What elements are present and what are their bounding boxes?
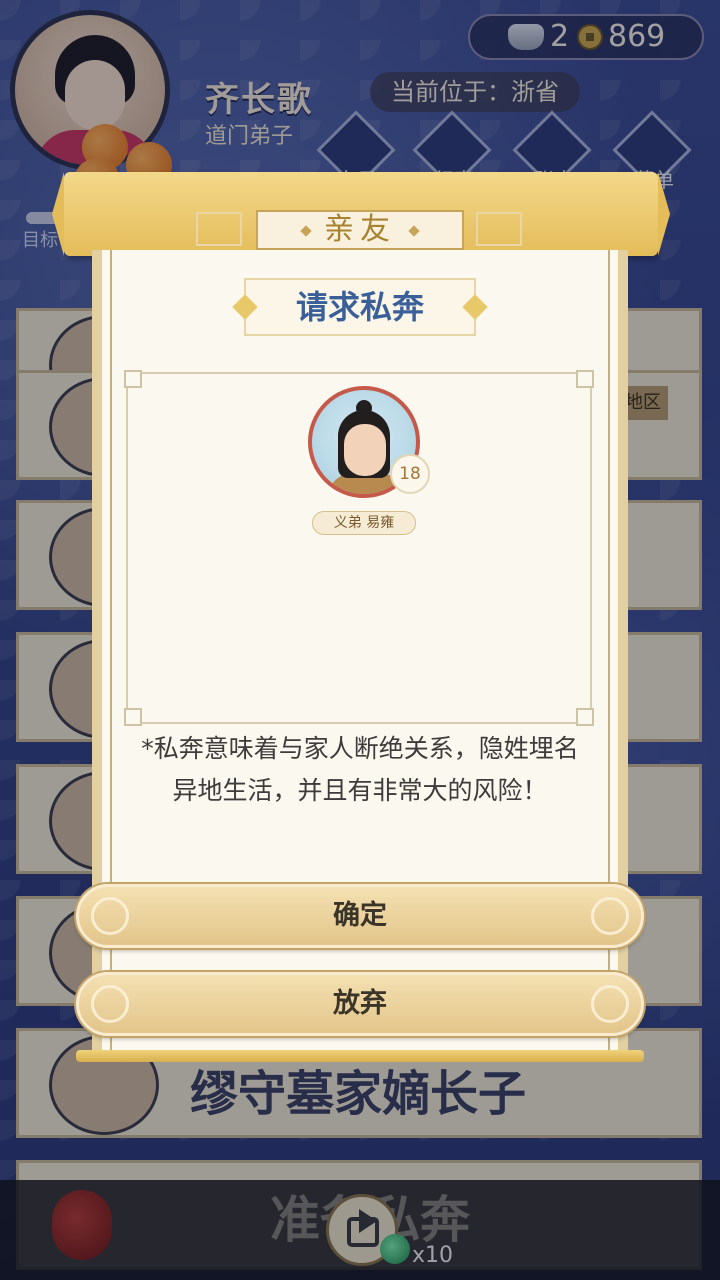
character-name: 义弟 易雍 [312, 511, 416, 535]
cancel-label: 放弃 [333, 988, 387, 1019]
warning-text: *私奔意味着与家人断绝关系，隐姓埋名异地生活，并且有非常大的风险！ [141, 734, 579, 805]
currency-display: 2 869 [468, 14, 704, 60]
scroll-rod [76, 1050, 644, 1062]
modal-title: 请求私奔 [244, 278, 476, 336]
player-title: 道门弟子 [205, 124, 294, 149]
confirm-label: 确定 [333, 900, 387, 931]
ornament [476, 212, 522, 246]
silver-count: 2 [550, 19, 570, 54]
cloud-ornament-icon [91, 897, 129, 935]
ornament [196, 212, 242, 246]
coin-count: 869 [608, 19, 666, 54]
location-label: 当前位于：浙省 [370, 72, 580, 112]
row-title: 缪守墓家嫡长子 [190, 1066, 527, 1122]
coin-icon [577, 24, 603, 50]
jade-gem-icon [380, 1234, 410, 1264]
confirm-button[interactable]: 确定 [76, 884, 644, 948]
tab-label: 亲友 [324, 212, 396, 247]
tab-relatives: 亲友 [256, 210, 464, 250]
cloud-ornament-icon [591, 897, 629, 935]
bundle-icon[interactable] [52, 1190, 112, 1260]
age-badge: 18 [390, 454, 430, 494]
item-count: x10 [412, 1243, 454, 1268]
silver-ingot-icon [508, 24, 544, 50]
cloud-ornament-icon [591, 985, 629, 1023]
cancel-button[interactable]: 放弃 [76, 972, 644, 1036]
player-name: 齐长歌 [205, 80, 313, 120]
cloud-ornament-icon [91, 985, 129, 1023]
